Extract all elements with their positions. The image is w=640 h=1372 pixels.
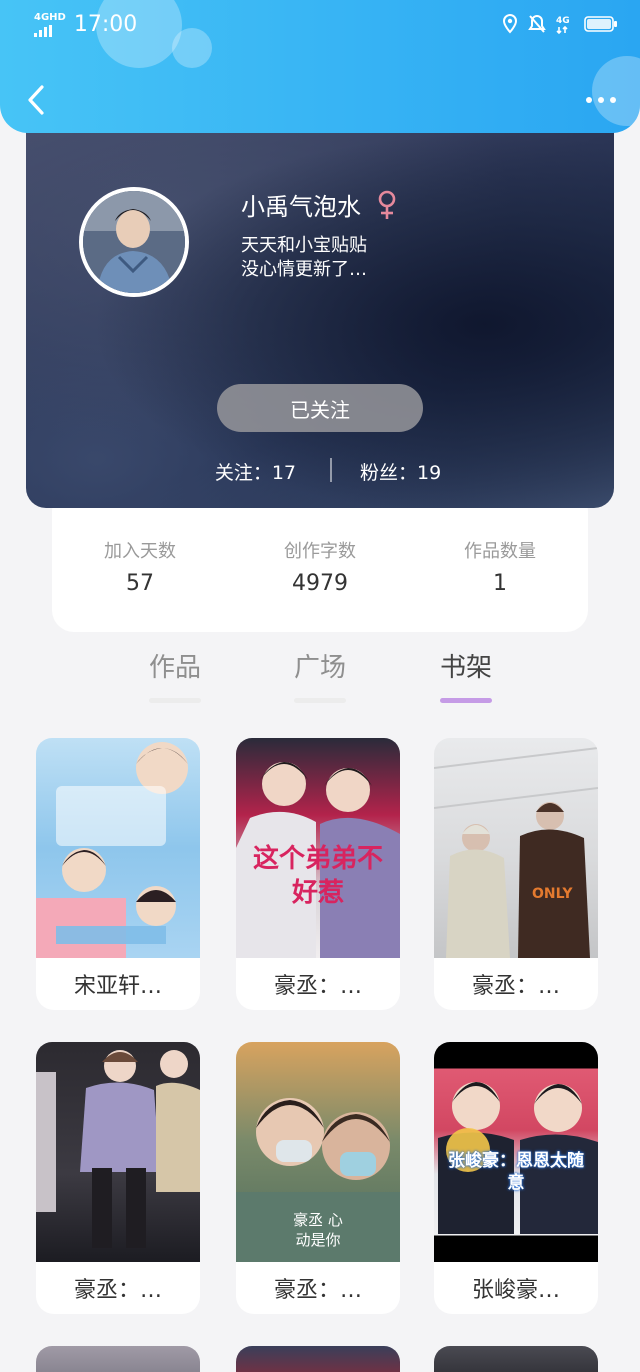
tab-indicator — [294, 698, 346, 703]
cover-text: 这个弟弟不好惹 — [252, 844, 383, 908]
cover-text: 豪丞 心动是你 — [293, 1211, 343, 1249]
network-type: 4GHD — [34, 12, 66, 23]
divider — [330, 458, 332, 482]
follow-counts: 关注：17 粉丝：19 — [26, 456, 614, 486]
signal-icon: 4GHD — [34, 13, 66, 37]
follow-button[interactable]: 已关注 — [217, 384, 423, 432]
avatar-image — [83, 191, 185, 293]
book-title: 豪丞：… — [434, 958, 598, 1010]
tab-bar: 作品 广场 书架 — [0, 648, 640, 708]
status-time: 17:00 — [73, 12, 138, 37]
book-card[interactable]: 豪丞：… — [36, 1042, 200, 1314]
book-cover — [36, 1042, 200, 1262]
stat-label: 创作字数 — [284, 541, 356, 562]
stat-value: 4979 — [292, 571, 348, 596]
book-title: 豪丞：… — [36, 1262, 200, 1314]
book-cover: 这个弟弟不好惹 — [236, 738, 400, 958]
book-title: 豪丞：… — [236, 1262, 400, 1314]
profile-bio: 天天和小宝贴贴 没心情更新了… — [241, 234, 367, 282]
bio-line: 天天和小宝贴贴 — [241, 235, 367, 256]
top-header: 4GHD 17:00 4G — [0, 0, 640, 133]
more-dot — [610, 97, 616, 103]
book-cover-partial[interactable] — [434, 1346, 598, 1372]
female-gender-icon — [377, 190, 397, 220]
book-card[interactable]: 宋亚轩… — [36, 738, 200, 1010]
mobile-data-icon: 4G — [556, 14, 574, 34]
tab-label: 书架 — [439, 653, 492, 683]
book-cover-partial[interactable] — [36, 1346, 200, 1372]
mute-bell-icon — [528, 14, 546, 34]
tab-square[interactable]: 广场 — [270, 648, 370, 703]
book-card[interactable]: 这个弟弟不好惹 豪丞：… — [236, 738, 400, 1010]
more-dot — [586, 97, 592, 103]
stat-label: 加入天数 — [104, 541, 176, 562]
stat-value: 1 — [493, 571, 507, 596]
book-card[interactable]: 豪丞 心动是你 豪丞：… — [236, 1042, 400, 1314]
tab-label: 广场 — [293, 653, 346, 683]
more-dot — [598, 97, 604, 103]
book-cover: 张峻豪：恩恩太随意 — [434, 1042, 598, 1262]
stat-works: 作品数量 1 — [410, 540, 590, 600]
book-title: 豪丞：… — [236, 958, 400, 1010]
book-cover: ONLY — [434, 738, 598, 958]
tab-bookshelf[interactable]: 书架 — [416, 648, 516, 703]
tab-indicator — [440, 698, 492, 703]
tab-indicator — [149, 698, 201, 703]
book-cover: 豪丞 心动是你 — [236, 1042, 400, 1262]
book-title: 宋亚轩… — [36, 958, 200, 1010]
stat-days: 加入天数 57 — [50, 540, 230, 600]
tab-works[interactable]: 作品 — [125, 648, 225, 703]
nickname: 小禹气泡水 — [241, 193, 361, 221]
back-button[interactable] — [18, 80, 54, 120]
more-options-button[interactable] — [586, 88, 616, 112]
profile-card: 小禹气泡水 天天和小宝贴贴 没心情更新了… 已关注 关注：17 粉丝：19 — [26, 100, 614, 508]
book-card[interactable]: ONLY 豪丞：… — [434, 738, 598, 1010]
book-card[interactable]: 张峻豪：恩恩太随意 张峻豪… — [434, 1042, 598, 1314]
book-cover-partial[interactable] — [236, 1346, 400, 1372]
following-count[interactable]: 关注：17 — [215, 458, 296, 485]
svg-text:ONLY: ONLY — [532, 886, 573, 902]
svg-text:4G: 4G — [556, 16, 570, 26]
stat-value: 57 — [126, 571, 154, 596]
stat-words: 创作字数 4979 — [230, 540, 410, 600]
status-bar: 4GHD 17:00 4G — [34, 10, 618, 44]
tab-label: 作品 — [148, 653, 201, 683]
bio-line: 没心情更新了… — [241, 259, 367, 280]
book-title: 张峻豪… — [434, 1262, 598, 1314]
cover-text: 张峻豪：恩恩太随意 — [448, 1151, 584, 1193]
fans-count[interactable]: 粉丝：19 — [360, 458, 441, 485]
profile-page: 4GHD 17:00 4G 小禹气泡水 天天和小宝贴贴 没心情更新了… 已关注 … — [0, 0, 640, 1372]
stats-card: 加入天数 57 创作字数 4979 作品数量 1 — [52, 490, 588, 632]
book-cover — [36, 738, 200, 958]
chevron-left-icon — [28, 85, 44, 115]
stat-label: 作品数量 — [464, 541, 536, 562]
battery-icon — [584, 15, 618, 33]
location-icon — [502, 14, 518, 34]
avatar[interactable] — [79, 187, 189, 297]
